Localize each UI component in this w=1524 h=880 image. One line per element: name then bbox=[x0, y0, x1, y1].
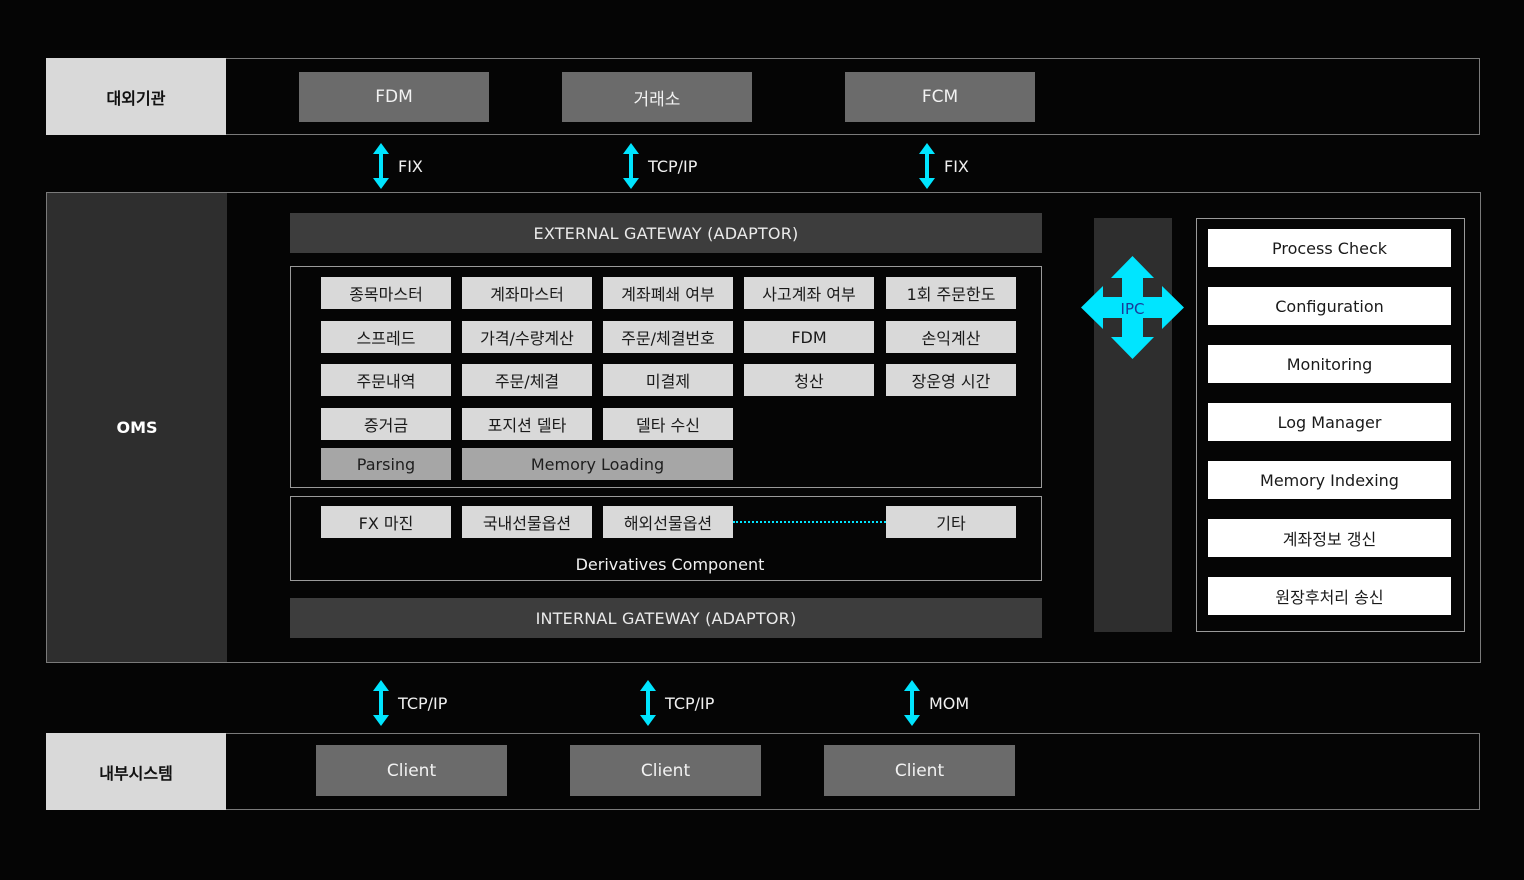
external-link-2: TCP/IP bbox=[622, 143, 697, 189]
internal-link-3-label: MOM bbox=[929, 693, 970, 713]
module-chip[interactable]: 스프레드 bbox=[321, 321, 451, 353]
client-box[interactable]: Client bbox=[316, 745, 507, 796]
external-box-fcm[interactable]: FCM bbox=[845, 72, 1035, 122]
oms-side-label: OMS bbox=[47, 193, 227, 662]
right-panel-item[interactable]: Monitoring bbox=[1208, 345, 1451, 383]
internal-link-3: MOM bbox=[903, 680, 969, 726]
module-chip[interactable]: 계좌폐쇄 여부 bbox=[603, 277, 733, 309]
external-link-1-label: FIX bbox=[398, 156, 423, 176]
internal-link-1-label: TCP/IP bbox=[398, 693, 448, 713]
module-chip[interactable]: 델타 수신 bbox=[603, 408, 733, 440]
module-chip[interactable]: 종목마스터 bbox=[321, 277, 451, 309]
external-link-3: FIX bbox=[918, 143, 969, 189]
external-box-exchange[interactable]: 거래소 bbox=[562, 72, 752, 122]
internal-link-2: TCP/IP bbox=[639, 680, 714, 726]
parsing-chip[interactable]: Parsing bbox=[321, 448, 451, 480]
module-chip[interactable]: 주문/체결 bbox=[462, 364, 592, 396]
double-arrow-icon bbox=[904, 680, 920, 726]
internal-link-2-label: TCP/IP bbox=[665, 693, 715, 713]
derivative-chip[interactable]: 해외선물옵션 bbox=[603, 506, 733, 538]
derivative-chip[interactable]: 기타 bbox=[886, 506, 1016, 538]
external-side-label: 대외기관 bbox=[46, 58, 226, 135]
module-chip[interactable]: FDM bbox=[744, 321, 874, 353]
module-chip[interactable]: 1회 주문한도 bbox=[886, 277, 1016, 309]
module-chip[interactable]: 사고계좌 여부 bbox=[744, 277, 874, 309]
internal-side-label: 내부시스템 bbox=[46, 733, 226, 810]
right-panel-item[interactable]: 원장후처리 송신 bbox=[1208, 577, 1451, 615]
module-chip[interactable]: 가격/수량계산 bbox=[462, 321, 592, 353]
module-chip[interactable]: 미결제 bbox=[603, 364, 733, 396]
external-gateway[interactable]: EXTERNAL GATEWAY (ADAPTOR) bbox=[290, 213, 1042, 253]
client-box[interactable]: Client bbox=[570, 745, 761, 796]
right-panel-item[interactable]: Log Manager bbox=[1208, 403, 1451, 441]
external-row bbox=[46, 58, 1480, 135]
dotted-connector bbox=[733, 521, 886, 523]
module-chip[interactable]: 손익계산 bbox=[886, 321, 1016, 353]
external-link-2-label: TCP/IP bbox=[648, 156, 698, 176]
external-box-fdm[interactable]: FDM bbox=[299, 72, 489, 122]
right-panel-item[interactable]: Process Check bbox=[1208, 229, 1451, 267]
module-chip[interactable]: 주문내역 bbox=[321, 364, 451, 396]
internal-gateway[interactable]: INTERNAL GATEWAY (ADAPTOR) bbox=[290, 598, 1042, 638]
client-box[interactable]: Client bbox=[824, 745, 1015, 796]
external-link-3-label: FIX bbox=[944, 156, 969, 176]
ipc-label: IPC bbox=[1120, 300, 1145, 318]
right-panel-item[interactable]: Memory Indexing bbox=[1208, 461, 1451, 499]
right-panel-item[interactable]: 계좌정보 갱신 bbox=[1208, 519, 1451, 557]
module-chip[interactable]: 주문/체결번호 bbox=[603, 321, 733, 353]
module-chip[interactable]: 계좌마스터 bbox=[462, 277, 592, 309]
derivative-chip[interactable]: FX 마진 bbox=[321, 506, 451, 538]
right-panel-item[interactable]: Configuration bbox=[1208, 287, 1451, 325]
module-chip[interactable]: 포지션 델타 bbox=[462, 408, 592, 440]
double-arrow-icon bbox=[640, 680, 656, 726]
internal-row bbox=[46, 733, 1480, 810]
internal-link-1: TCP/IP bbox=[372, 680, 447, 726]
derivative-chip[interactable]: 국내선물옵션 bbox=[462, 506, 592, 538]
derivatives-component-label: Derivatives Component bbox=[575, 554, 765, 574]
double-arrow-icon bbox=[373, 143, 389, 189]
double-arrow-icon bbox=[623, 143, 639, 189]
module-chip[interactable]: 증거금 bbox=[321, 408, 451, 440]
module-chip[interactable]: 청산 bbox=[744, 364, 874, 396]
double-arrow-icon bbox=[919, 143, 935, 189]
double-arrow-icon bbox=[373, 680, 389, 726]
module-chip[interactable]: 장운영 시간 bbox=[886, 364, 1016, 396]
memory-loading-chip[interactable]: Memory Loading bbox=[462, 448, 733, 480]
external-link-1: FIX bbox=[372, 143, 423, 189]
